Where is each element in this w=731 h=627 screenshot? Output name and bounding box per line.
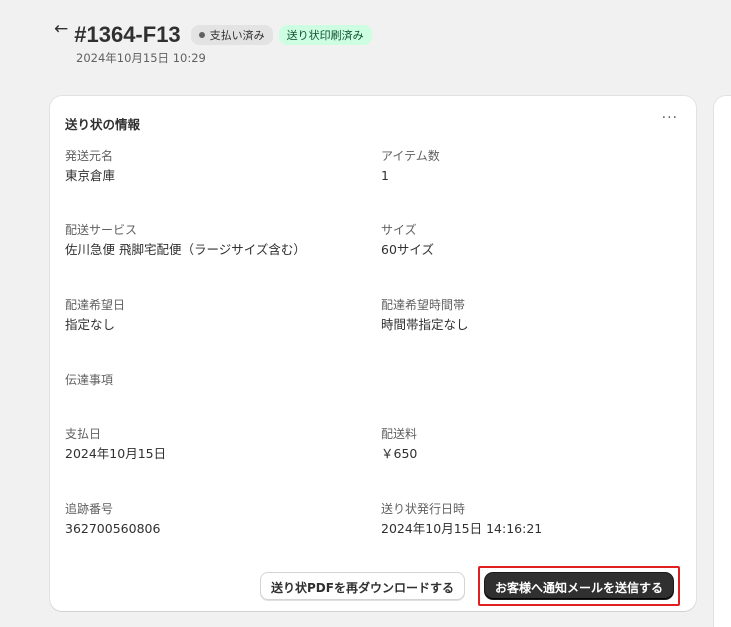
field-value: 東京倉庫 (65, 168, 116, 183)
field-label: 送り状発行日時 (381, 502, 466, 516)
field-shipping-fee: 配送料 ￥650 (381, 426, 681, 463)
field-service: 配送サービス 佐川急便 飛脚宅配便（ラージサイズ含む） (65, 222, 365, 259)
field-payment-date: 支払日 2024年10月15日 (65, 426, 365, 463)
field-value: 362700560806 (65, 521, 161, 536)
field-sender: 発送元名 東京倉庫 (65, 148, 365, 185)
field-issued-at: 送り状発行日時 2024年10月15日 14:16:21 (381, 501, 681, 538)
download-pdf-button[interactable]: 送り状PDFを再ダウンロードする (260, 572, 465, 600)
field-label: 配送料 (381, 427, 418, 441)
field-label: 追跡番号 (65, 502, 114, 516)
field-item-count: アイテム数 1 (381, 148, 681, 185)
field-size: サイズ 60サイズ (381, 222, 681, 259)
field-label: 支払日 (65, 427, 102, 441)
highlight-box: お客様へ通知メールを送信する (477, 566, 680, 606)
field-value: 指定なし (65, 317, 116, 332)
field-label: 配達希望日 (65, 298, 126, 312)
side-card-partial (714, 96, 731, 627)
field-value: 佐川急便 飛脚宅配便（ラージサイズ含む） (65, 242, 306, 257)
more-actions-icon[interactable]: ··· (662, 110, 678, 126)
field-value: 時間帯指定なし (381, 317, 469, 332)
field-label: 発送元名 (65, 149, 114, 163)
card-actions: 送り状PDFを再ダウンロードする お客様へ通知メールを送信する (260, 566, 680, 606)
order-date: 2024年10月15日 10:29 (76, 51, 206, 65)
field-delivery-time: 配達希望時間帯 時間帯指定なし (381, 297, 681, 334)
field-value: 2024年10月15日 (65, 446, 167, 461)
field-label: サイズ (381, 223, 417, 237)
field-label: 配達希望時間帯 (381, 298, 466, 312)
field-label: アイテム数 (381, 149, 440, 163)
shipping-label-card: 送り状の情報 ··· 発送元名 東京倉庫 アイテム数 1 配送サービス 佐川急便… (50, 96, 696, 611)
field-value: ￥650 (381, 446, 418, 461)
page-header: ← #1364-F13 支払い済み 送り状印刷済み 2024年10月15日 10… (54, 19, 378, 66)
field-value: 60サイズ (381, 242, 435, 257)
field-delivery-date: 配達希望日 指定なし (65, 297, 365, 334)
field-notes: 伝達事項 (65, 372, 365, 391)
field-tracking-number: 追跡番号 362700560806 (65, 501, 365, 538)
field-value: 1 (381, 168, 389, 183)
badge-paid-label: 支払い済み (209, 29, 265, 42)
card-title: 送り状の情報 (65, 117, 141, 132)
title-row: ← #1364-F13 支払い済み 送り状印刷済み (54, 19, 378, 48)
order-number: #1364-F13 (74, 22, 181, 47)
status-badge-printed: 送り状印刷済み (278, 25, 372, 45)
dot-icon (198, 32, 205, 38)
send-notification-button[interactable]: お客様へ通知メールを送信する (484, 573, 673, 599)
field-value: 2024年10月15日 14:16:21 (381, 521, 543, 536)
status-badge-paid: 支払い済み (190, 25, 273, 45)
arrow-left-icon[interactable]: ← (54, 19, 68, 39)
field-label: 伝達事項 (65, 373, 114, 387)
field-label: 配送サービス (65, 223, 138, 237)
